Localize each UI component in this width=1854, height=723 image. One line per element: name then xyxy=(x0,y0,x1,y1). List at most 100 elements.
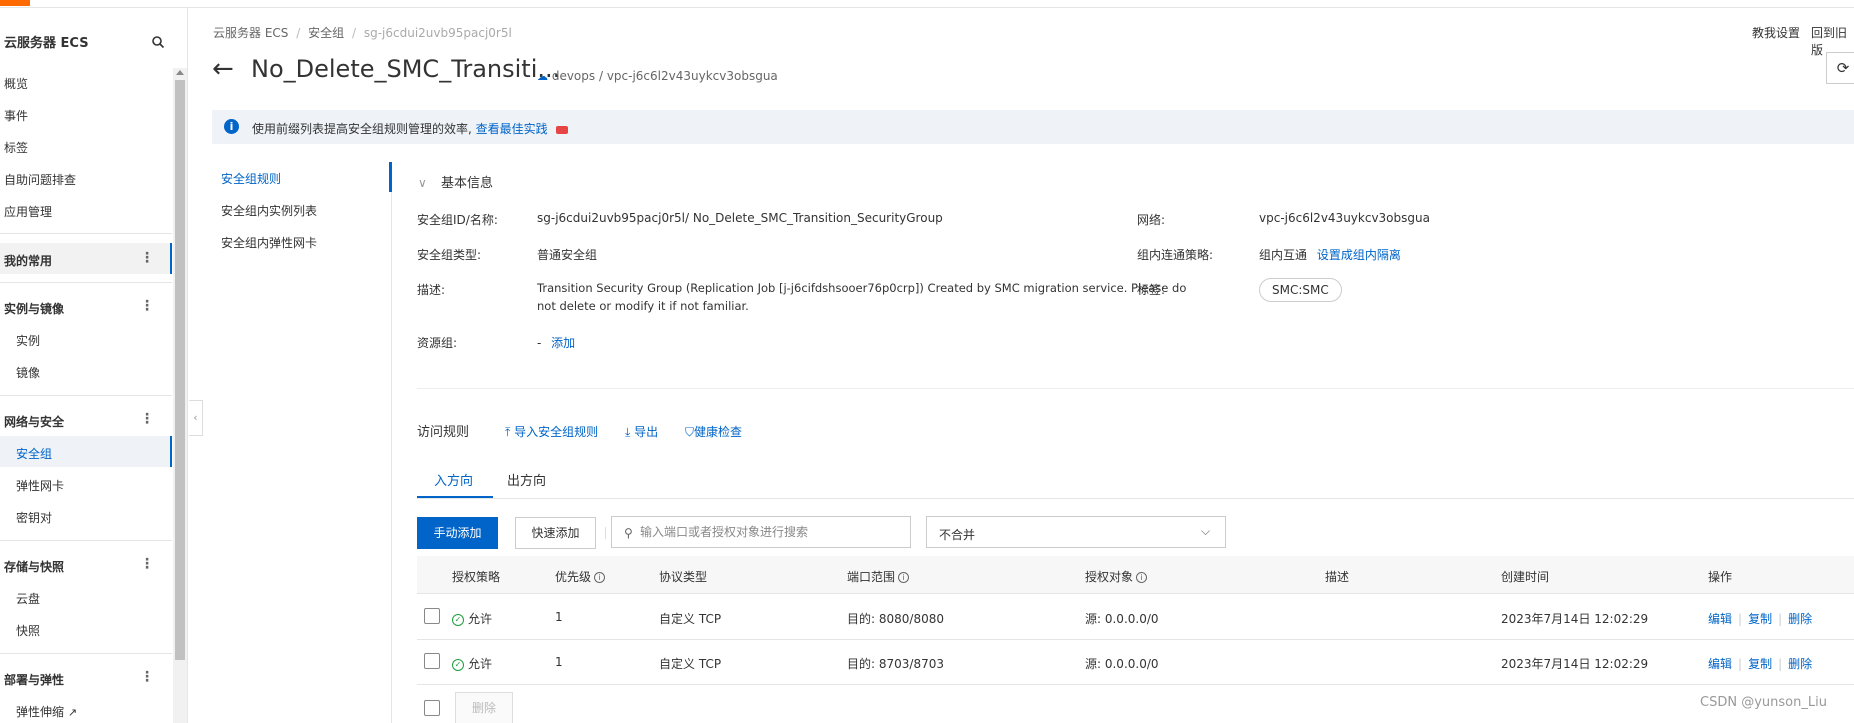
inner-nav-enis[interactable]: 安全组内弹性网卡 xyxy=(221,234,317,251)
row-checkbox[interactable] xyxy=(424,653,440,669)
info-icon[interactable]: i xyxy=(594,572,606,583)
quick-add-button[interactable]: 快速添加 xyxy=(515,517,596,549)
notice-text: 使用前缀列表提高安全组规则管理的效率, xyxy=(252,122,472,136)
back-arrow-icon[interactable]: ← xyxy=(212,56,234,82)
access-rules-title: 访问规则 xyxy=(417,425,470,440)
sidebar-group-deploy[interactable]: 部署与弹性 xyxy=(4,671,64,688)
desc-line-1: Transition Security Group (Replication J… xyxy=(537,281,1187,295)
inner-nav-active-indicator xyxy=(389,162,392,192)
select-all-checkbox[interactable] xyxy=(424,700,440,716)
sg-id-label: 安全组ID/名称: xyxy=(417,213,498,227)
more-icon[interactable]: ⋮ xyxy=(140,299,154,313)
search-icon[interactable] xyxy=(151,35,165,49)
sidebar-item-events[interactable]: 事件 xyxy=(4,107,28,124)
cell-source: 源: 0.0.0.0/0 xyxy=(1085,612,1159,626)
rule-search-input[interactable] xyxy=(640,523,900,541)
copy-link[interactable]: 复制 xyxy=(1748,657,1772,671)
collapse-sidebar-button[interactable]: ‹ xyxy=(189,400,203,436)
rules-table-header: 授权策略 优先级 i 协议类型 端口范围 i 授权对象 i 描述 创建时间 操作 xyxy=(417,556,1854,594)
sidebar-favorites[interactable]: 我的常用 xyxy=(4,252,52,269)
bulk-delete-button[interactable]: 删除 xyxy=(455,692,513,723)
shield-icon: ⛉ xyxy=(685,425,695,439)
edit-link[interactable]: 编辑 xyxy=(1708,612,1732,626)
scroll-up-icon[interactable] xyxy=(176,70,184,75)
health-check-link[interactable]: ⛉健康检查 xyxy=(685,423,742,440)
sidebar-item-autoscaling[interactable]: 弹性伸缩 ↗ xyxy=(16,703,77,720)
resource-group-label: 资源组: xyxy=(417,336,458,350)
sg-id-value: sg-j6cdui2uvb95pacj0r5l/ No_Delete_SMC_T… xyxy=(537,211,943,225)
col-protocol: 协议类型 xyxy=(659,570,708,584)
sidebar-item-troubleshoot[interactable]: 自助问题排查 xyxy=(4,171,76,188)
more-icon[interactable]: ⋮ xyxy=(140,670,154,684)
sidebar-divider xyxy=(0,233,172,234)
col-desc: 描述 xyxy=(1325,570,1350,584)
delete-link[interactable]: 删除 xyxy=(1788,612,1812,626)
cell-source: 源: 0.0.0.0/0 xyxy=(1085,657,1159,671)
cell-port: 目的: 8080/8080 xyxy=(847,612,944,626)
scrollbar-thumb[interactable] xyxy=(175,80,185,660)
import-rules-link[interactable]: ⤒ 导入安全组规则 xyxy=(505,423,598,440)
sidebar-item-snapshots[interactable]: 快照 xyxy=(16,622,40,639)
sidebar-scrollbar[interactable] xyxy=(173,68,187,723)
edit-link[interactable]: 编辑 xyxy=(1708,657,1732,671)
more-icon[interactable]: ⋮ xyxy=(140,251,154,265)
sidebar: 云服务器 ECS 概览 事件 标签 自助问题排查 应用管理 我的常用 ⋮ 实例与… xyxy=(0,8,188,723)
rule-search-box[interactable]: ⚲ xyxy=(611,516,911,548)
row-actions: 编辑 | 复制 | 删除 xyxy=(1708,612,1813,626)
inner-nav-rules[interactable]: 安全组规则 xyxy=(221,170,281,187)
sidebar-item-app-management[interactable]: 应用管理 xyxy=(4,203,52,220)
tabs-divider xyxy=(417,498,1854,499)
tab-inbound[interactable]: 入方向 xyxy=(434,470,473,489)
add-resource-group-link[interactable]: 添加 xyxy=(551,336,575,350)
row-checkbox[interactable] xyxy=(424,608,440,624)
breadcrumb-security-group[interactable]: 安全组 xyxy=(308,26,344,40)
sidebar-item-tags[interactable]: 标签 xyxy=(4,139,28,156)
chevron-down-icon[interactable]: ∨ xyxy=(418,176,427,190)
sidebar-item-images[interactable]: 镜像 xyxy=(16,364,40,381)
brand-logo[interactable] xyxy=(0,0,30,6)
cell-port: 目的: 8703/8703 xyxy=(847,657,944,671)
col-actions: 操作 xyxy=(1708,570,1733,584)
tab-outbound[interactable]: 出方向 xyxy=(507,470,546,489)
info-icon[interactable]: i xyxy=(1136,572,1148,583)
col-port: 端口范围 i xyxy=(847,568,910,585)
manual-add-button[interactable]: 手动添加 xyxy=(417,517,498,549)
sidebar-item-overview[interactable]: 概览 xyxy=(4,75,28,92)
sidebar-group-storage[interactable]: 存储与快照 xyxy=(4,558,64,575)
inner-nav-instances[interactable]: 安全组内实例列表 xyxy=(221,202,317,219)
sidebar-item-keypair[interactable]: 密钥对 xyxy=(16,509,52,526)
merge-select[interactable]: 不合并 ⌵ xyxy=(926,516,1226,548)
chevron-down-icon: ⌵ xyxy=(1201,524,1211,538)
cell-policy: ✓ 允许 xyxy=(452,610,492,627)
sidebar-group-instances[interactable]: 实例与镜像 xyxy=(4,300,64,317)
row-actions: 编辑 | 复制 | 删除 xyxy=(1708,657,1813,671)
sidebar-item-security-group[interactable]: 安全组 xyxy=(16,445,52,462)
breadcrumb-ecs[interactable]: 云服务器 ECS xyxy=(213,26,288,40)
refresh-button[interactable]: ⟳ xyxy=(1826,52,1854,84)
tag-pill[interactable]: SMC:SMC xyxy=(1259,278,1342,302)
cell-protocol: 自定义 TCP xyxy=(659,657,722,671)
more-icon[interactable]: ⋮ xyxy=(140,557,154,571)
more-icon[interactable]: ⋮ xyxy=(140,412,154,426)
sidebar-divider xyxy=(0,395,172,396)
sidebar-item-instances[interactable]: 实例 xyxy=(16,332,40,349)
top-bar xyxy=(0,0,1854,8)
col-source: 授权对象 i xyxy=(1085,568,1148,585)
page-title: No_Delete_SMC_Transiti... xyxy=(251,55,561,83)
copy-link[interactable]: 复制 xyxy=(1748,612,1772,626)
sidebar-item-disks[interactable]: 云盘 xyxy=(16,590,40,607)
check-circle-icon: ✓ xyxy=(452,613,464,626)
policy-value: 组内互通 设置成组内隔离 xyxy=(1259,248,1401,262)
table-row: ✓ 允许 1 自定义 TCP 目的: 8703/8703 源: 0.0.0.0/0… xyxy=(417,640,1854,685)
delete-link[interactable]: 删除 xyxy=(1788,657,1812,671)
policy-label: 组内连通策略: xyxy=(1137,248,1214,262)
breadcrumb: 云服务器 ECS / 安全组 / sg-j6cdui2uvb95pacj0r5l xyxy=(213,26,512,40)
help-link[interactable]: 教我设置 xyxy=(1752,24,1800,41)
export-link[interactable]: ⤓ 导出 xyxy=(625,423,658,440)
desc-label: 描述: xyxy=(417,283,446,297)
sidebar-group-network[interactable]: 网络与安全 xyxy=(4,413,64,430)
best-practice-link[interactable]: 查看最佳实践 xyxy=(476,122,548,136)
set-isolation-link[interactable]: 设置成组内隔离 xyxy=(1317,248,1401,262)
sidebar-item-eni[interactable]: 弹性网卡 xyxy=(16,477,64,494)
info-icon[interactable]: i xyxy=(898,572,910,583)
